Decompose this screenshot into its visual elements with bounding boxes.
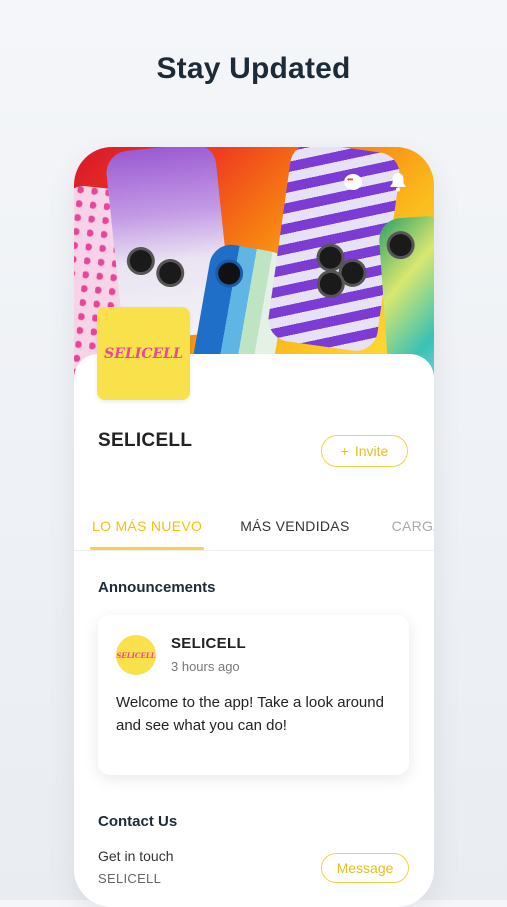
announcement-card[interactable]: SELICELL SELICELL 3 hours ago Welcome to… <box>98 615 409 775</box>
contact-name: SELICELL <box>98 871 162 886</box>
invite-label: Invite <box>354 443 389 459</box>
post-time: 3 hours ago <box>171 659 240 674</box>
tab-mas-vendidas[interactable]: MÁS VENDIDAS <box>240 502 349 534</box>
message-button[interactable]: Message <box>321 853 409 883</box>
announcements-title: Announcements <box>98 579 216 596</box>
phone-screen: SELICELL SELICELL + Invite LO MÁS NUEVO … <box>74 147 434 907</box>
post-author: SELICELL <box>171 635 246 652</box>
plus-icon: + <box>340 443 349 459</box>
avatar-text: SELICELL <box>116 650 156 660</box>
contact-subtitle: Get in touch <box>98 848 174 864</box>
logo-text: SELICELL <box>104 345 183 362</box>
tab-lo-mas-nuevo[interactable]: LO MÁS NUEVO <box>89 502 205 550</box>
headline: Stay Updated <box>156 52 351 85</box>
tab-carga[interactable]: CARGA <box>392 502 434 534</box>
tab-bar: LO MÁS NUEVO MÁS VENDIDAS CARGA <box>74 502 434 551</box>
contact-title: Contact Us <box>98 813 178 830</box>
site-name: SELICELL <box>98 430 193 451</box>
site-logo: SELICELL <box>97 307 190 400</box>
avatar: SELICELL <box>116 635 156 675</box>
chat-icon[interactable] <box>340 169 366 195</box>
invite-button[interactable]: + Invite <box>321 435 408 467</box>
bell-icon[interactable] <box>385 169 411 195</box>
post-message: Welcome to the app! Take a look around a… <box>116 694 384 734</box>
